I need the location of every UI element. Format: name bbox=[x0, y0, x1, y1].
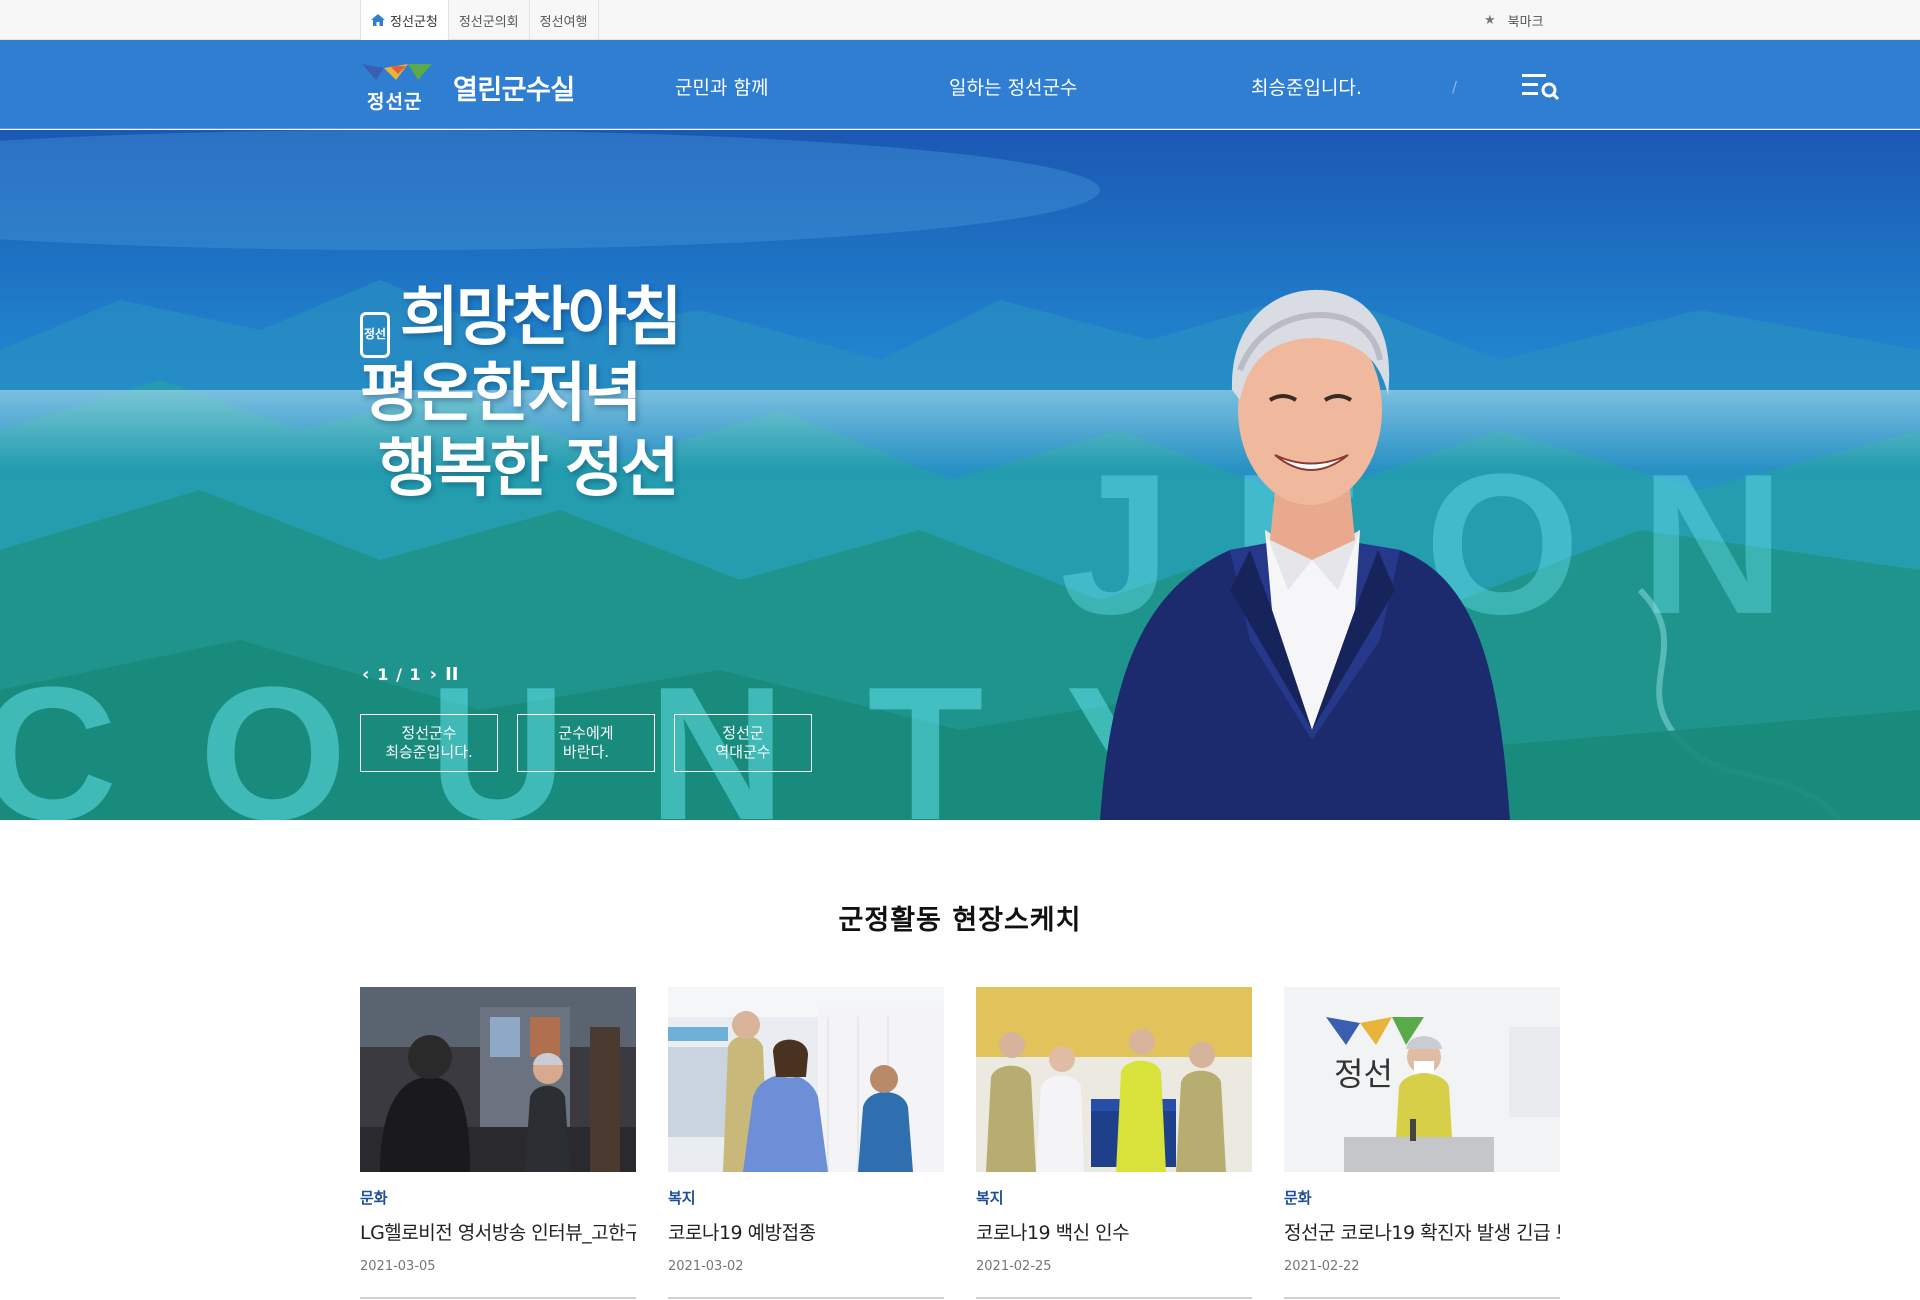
slogan-line: 평온한저녁 bbox=[360, 355, 642, 431]
card-date: 2021-03-05 bbox=[360, 1259, 436, 1274]
prev-slide-button[interactable]: ‹ bbox=[358, 664, 373, 685]
activity-card-list: 문화 LG헬로비전 영서방송 인터뷰_고한구공탄시장 2021-03-05 복지… bbox=[360, 987, 1560, 1274]
governor-portrait-image bbox=[1100, 289, 1510, 820]
card-date: 2021-03-02 bbox=[668, 1259, 744, 1274]
next-slide-button[interactable]: › bbox=[426, 664, 441, 685]
next-row-divider bbox=[668, 1297, 944, 1299]
activity-card[interactable]: 복지 코로나19 예방접종 2021-03-02 bbox=[668, 987, 944, 1274]
next-row-divider bbox=[976, 1297, 1252, 1299]
card-title[interactable]: LG헬로비전 영서방송 인터뷰_고한구공탄시장 bbox=[360, 1218, 636, 1245]
card-date: 2021-02-25 bbox=[976, 1259, 1052, 1274]
slide-count: 1 / 1 bbox=[377, 665, 422, 684]
next-row-divider bbox=[360, 1297, 636, 1299]
svg-text:정선: 정선 bbox=[1334, 1055, 1393, 1093]
star-icon: ★ bbox=[1484, 12, 1496, 28]
slogan-line: 희망찬아침 bbox=[400, 280, 682, 355]
menu-search-icon[interactable] bbox=[1520, 70, 1560, 100]
card-title[interactable]: 코로나19 백신 인수 bbox=[976, 1218, 1252, 1245]
card-category: 문화 bbox=[360, 1189, 388, 1207]
utility-bar: 정선군청 정선군의회 정선여행 ★ 북마크 bbox=[0, 0, 1920, 40]
activity-card[interactable]: 정선 문화 정선군 코로나19 확진자 발생 긴급 브리핑 2021-02-22 bbox=[1284, 987, 1560, 1274]
nav-divider: / bbox=[1452, 78, 1458, 96]
request-to-governor-button[interactable]: 군수에게 바란다. bbox=[517, 714, 655, 772]
county-logo[interactable]: 정선군 bbox=[360, 60, 438, 113]
hero-banner: JEON COUNTY 정선 희망찬아침 평온한저녁 행복한 정선 ‹ 1 / … bbox=[0, 130, 1920, 820]
section-title: 군정활동 현장스케치 bbox=[838, 905, 1082, 936]
card-date: 2021-02-22 bbox=[1284, 1259, 1360, 1274]
slide-pager: ‹ 1 / 1 › II bbox=[358, 664, 463, 685]
next-row-divider bbox=[1284, 1297, 1560, 1299]
activity-photo bbox=[976, 987, 1252, 1172]
bookmark-label: 북마크 bbox=[1507, 14, 1544, 30]
slogan-line: 행복한 정선 bbox=[378, 431, 680, 507]
activity-photo bbox=[360, 987, 636, 1172]
card-title[interactable]: 코로나19 예방접종 bbox=[668, 1218, 944, 1245]
card-category: 문화 bbox=[1284, 1189, 1312, 1207]
link-county-council[interactable]: 정선군의회 bbox=[449, 0, 530, 40]
link-label: 정선여행 bbox=[539, 14, 588, 30]
home-icon bbox=[371, 14, 385, 26]
link-label: 정선군의회 bbox=[458, 14, 519, 30]
link-label: 정선군청 bbox=[390, 14, 438, 30]
past-governors-button[interactable]: 정선군 역대군수 bbox=[674, 714, 812, 772]
governor-intro-button[interactable]: 정선군수 최승준입니다. bbox=[360, 714, 498, 772]
card-category: 복지 bbox=[976, 1189, 1004, 1207]
logo-mark-icon bbox=[362, 64, 432, 80]
site-title[interactable]: 열린군수실 bbox=[453, 68, 575, 107]
hero-slogan: 희망찬아침 평온한저녁 행복한 정선 bbox=[360, 280, 682, 507]
link-jeongseon-travel[interactable]: 정선여행 bbox=[530, 0, 599, 40]
activity-card[interactable]: 문화 LG헬로비전 영서방송 인터뷰_고한구공탄시장 2021-03-05 bbox=[360, 987, 636, 1274]
activity-photo: 정선 bbox=[1284, 987, 1560, 1172]
family-site-links: 정선군청 정선군의회 정선여행 bbox=[360, 0, 599, 40]
activity-photo bbox=[668, 987, 944, 1172]
main-header: 정선군 열린군수실 군민과 함께 일하는 정선군수 최승준입니다. / bbox=[0, 40, 1920, 129]
nav-with-citizens[interactable]: 군민과 함께 bbox=[675, 73, 768, 100]
nav-about-governor[interactable]: 최승준입니다. bbox=[1251, 73, 1362, 100]
logo-text: 정선군 bbox=[367, 91, 423, 113]
card-category: 복지 bbox=[668, 1189, 696, 1207]
bookmark-button[interactable]: ★ 북마크 bbox=[1484, 0, 1544, 40]
pause-slide-button[interactable]: II bbox=[441, 664, 462, 685]
nav-working-governor[interactable]: 일하는 정선군수 bbox=[949, 73, 1077, 100]
activity-card[interactable]: 복지 코로나19 백신 인수 2021-02-25 bbox=[976, 987, 1252, 1274]
link-jeongseon-county[interactable]: 정선군청 bbox=[360, 0, 449, 40]
card-title[interactable]: 정선군 코로나19 확진자 발생 긴급 브리핑 bbox=[1284, 1218, 1560, 1245]
